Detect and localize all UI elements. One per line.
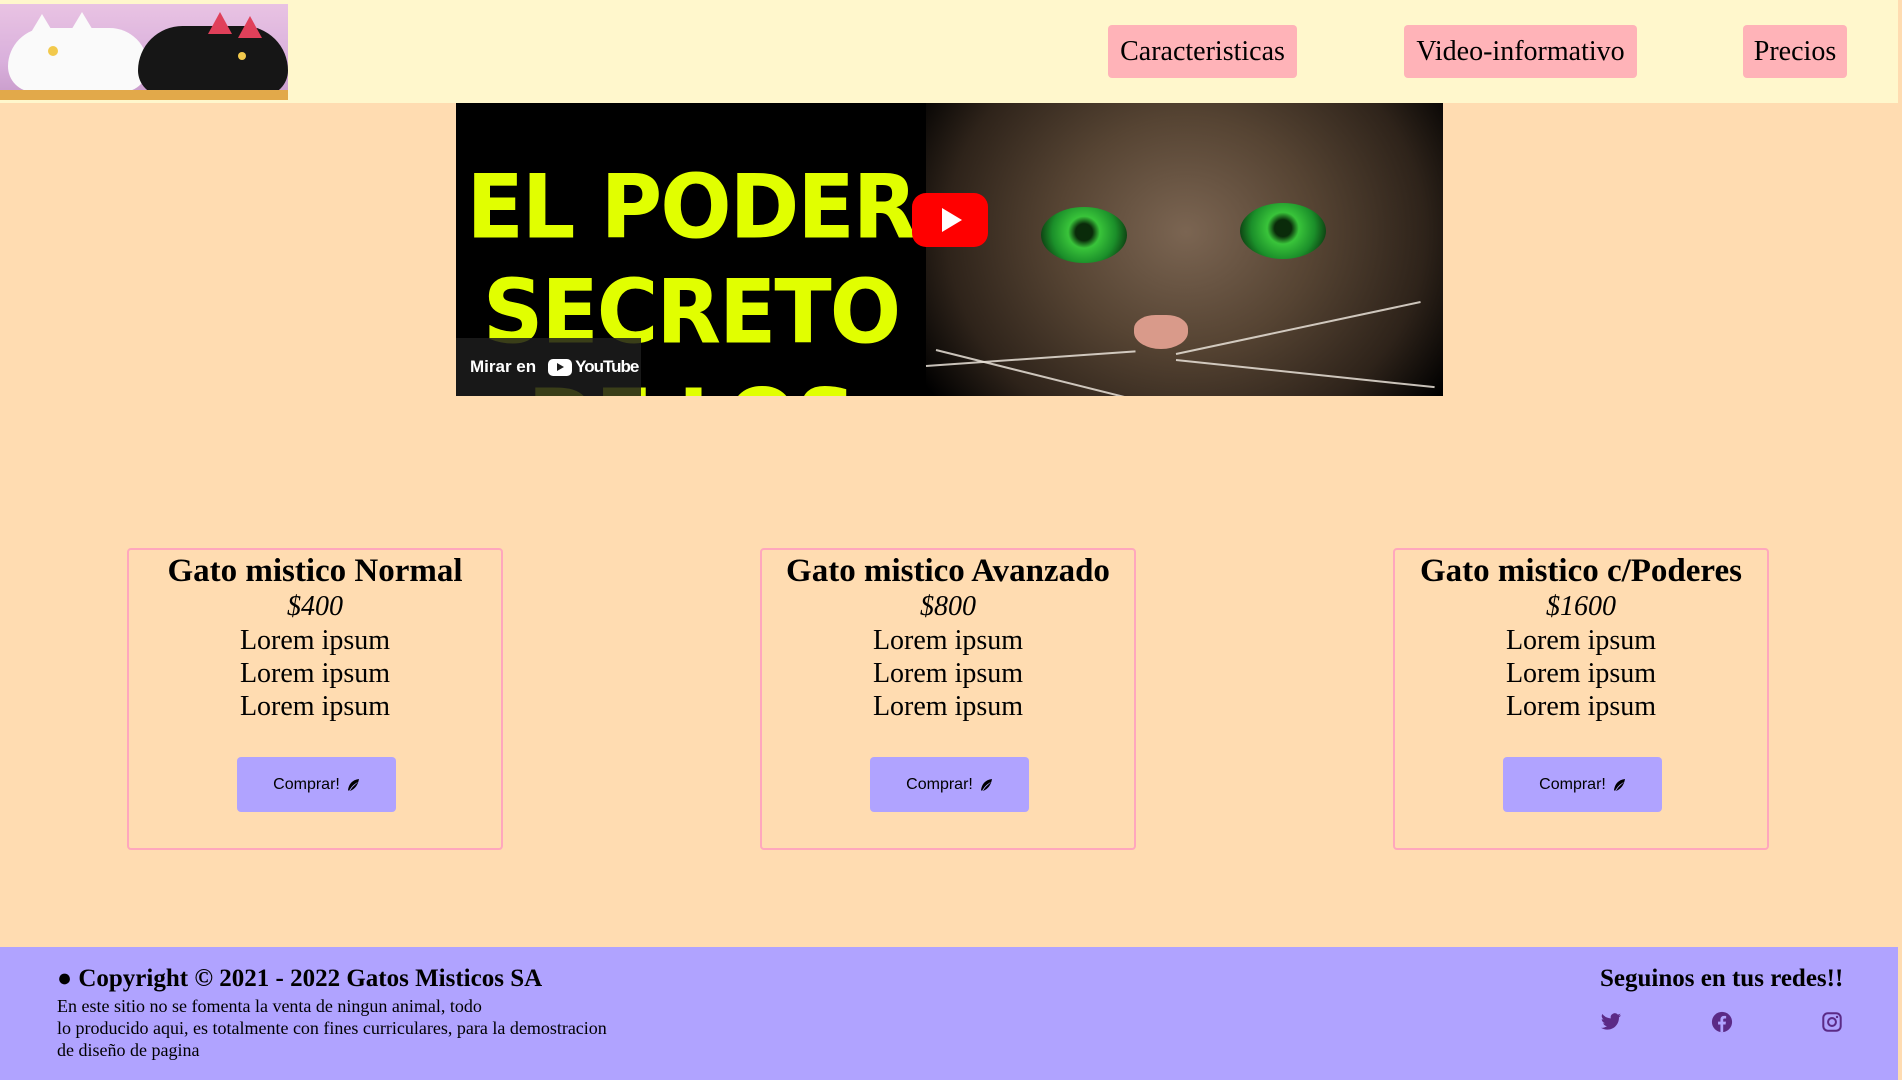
plan-feature: Lorem ipsum xyxy=(239,625,391,656)
plan-feature: Lorem ipsum xyxy=(872,658,1024,689)
site-footer: ● Copyright © 2021 - 2022 Gatos Misticos… xyxy=(0,947,1898,1080)
youtube-wordmark: YouTube xyxy=(575,357,639,376)
copyright-text: ● Copyright © 2021 - 2022 Gatos Misticos… xyxy=(57,965,543,992)
moon-mark-icon xyxy=(238,52,246,60)
logo-image xyxy=(0,4,288,100)
feather-icon xyxy=(980,778,992,791)
youtube-logo-icon: YouTube xyxy=(548,357,639,377)
plan-feature: Lorem ipsum xyxy=(239,658,391,689)
watch-on-youtube-link[interactable]: Mirar en YouTube xyxy=(456,338,641,396)
plan-feature: Lorem ipsum xyxy=(239,691,391,722)
feather-icon xyxy=(347,778,359,791)
site-header: Caracteristicas Video-informativo Precio… xyxy=(0,0,1898,103)
twitter-icon[interactable] xyxy=(1600,1011,1622,1033)
plan-price: $800 xyxy=(920,591,976,622)
black-cat-shape xyxy=(138,26,288,96)
disclaimer-line: En este sitio no se fomenta la venta de … xyxy=(57,996,482,1016)
cat-eye-left xyxy=(1041,207,1127,263)
social-heading: Seguinos en tus redes!! xyxy=(1600,965,1844,992)
plan-price: $1600 xyxy=(1546,591,1616,622)
white-cat-shape xyxy=(8,28,148,92)
video-title-line-1: EL PODER xyxy=(466,155,918,259)
black-cat-ear-icon xyxy=(238,16,262,38)
watch-on-label: Mirar en xyxy=(470,357,537,376)
pricing-card-avanzado: Gato mistico Avanzado $800 Lorem ipsum L… xyxy=(760,548,1136,850)
disclaimer-line: de diseño de pagina xyxy=(57,1040,200,1060)
plan-feature: Lorem ipsum xyxy=(1505,691,1657,722)
page-edge xyxy=(1898,0,1902,1080)
plan-feature: Lorem ipsum xyxy=(1505,658,1657,689)
nav-caracteristicas[interactable]: Caracteristicas xyxy=(1108,25,1297,78)
buy-button[interactable]: Comprar! xyxy=(237,757,396,812)
youtube-play-icon[interactable] xyxy=(912,193,988,247)
instagram-icon[interactable] xyxy=(1821,1011,1843,1033)
feather-icon xyxy=(1613,778,1625,791)
nav-precios[interactable]: Precios xyxy=(1743,25,1847,78)
buy-button-label: Comprar! xyxy=(906,775,973,793)
cat-eye-right xyxy=(1240,203,1326,259)
plan-name: Gato mistico c/Poderes xyxy=(1420,553,1742,589)
buy-button[interactable]: Comprar! xyxy=(1503,757,1662,812)
cat-nose xyxy=(1134,315,1188,349)
facebook-icon[interactable] xyxy=(1711,1011,1733,1033)
disclaimer-line: lo producido aqui, es totalmente con fin… xyxy=(57,1018,607,1038)
youtube-video-embed[interactable]: EL PODER SECRETO DE LOS GATOS Mirar en Y… xyxy=(456,103,1443,396)
buy-button-label: Comprar! xyxy=(1539,775,1606,793)
white-cat-ear-icon xyxy=(70,12,94,32)
plan-feature: Lorem ipsum xyxy=(1505,625,1657,656)
nav-video-informativo[interactable]: Video-informativo xyxy=(1404,25,1637,78)
plan-price: $400 xyxy=(287,591,343,622)
white-cat-ear-icon xyxy=(30,14,54,34)
moon-mark-icon xyxy=(48,46,58,56)
buy-button-label: Comprar! xyxy=(273,775,340,793)
plan-name: Gato mistico Normal xyxy=(167,553,463,589)
plan-feature: Lorem ipsum xyxy=(872,691,1024,722)
youtube-mini-play-icon xyxy=(548,358,573,376)
logo-floor xyxy=(0,90,288,100)
plan-feature: Lorem ipsum xyxy=(872,625,1024,656)
buy-button[interactable]: Comprar! xyxy=(870,757,1029,812)
pricing-card-poderes: Gato mistico c/Poderes $1600 Lorem ipsum… xyxy=(1393,548,1769,850)
plan-name: Gato mistico Avanzado xyxy=(786,553,1110,589)
pricing-card-normal: Gato mistico Normal $400 Lorem ipsum Lor… xyxy=(127,548,503,850)
disclaimer-text: En este sitio no se fomenta la venta de … xyxy=(57,995,657,1061)
black-cat-ear-icon xyxy=(208,12,232,34)
